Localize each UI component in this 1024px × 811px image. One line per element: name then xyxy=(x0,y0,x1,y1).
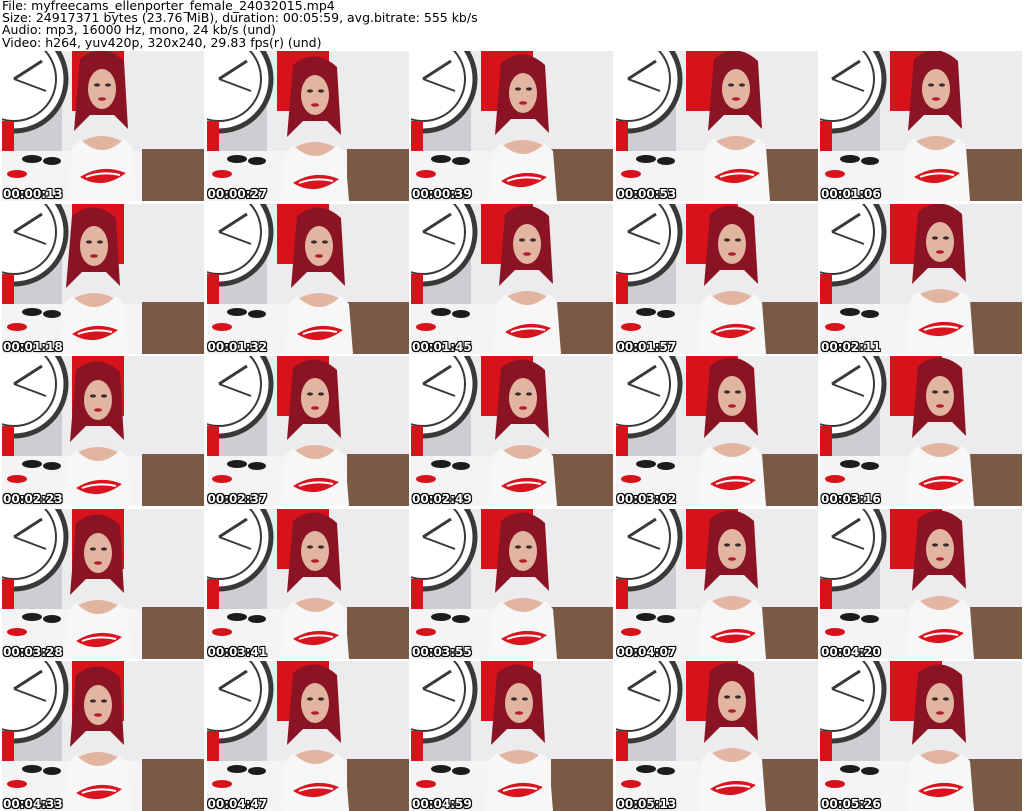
video-frame-thumbnail: 00:03:41 xyxy=(206,508,409,659)
frame-image xyxy=(2,203,204,354)
frame-timestamp: 00:05:13 xyxy=(616,797,677,811)
frame-timestamp: 00:03:02 xyxy=(616,492,677,506)
frame-timestamp: 00:00:27 xyxy=(207,187,268,201)
frame-image xyxy=(615,51,818,201)
video-frame-thumbnail: 00:01:45 xyxy=(411,203,613,354)
video-frame-thumbnail: 00:01:06 xyxy=(820,51,1022,201)
frame-image xyxy=(206,203,409,354)
frame-image xyxy=(206,508,409,659)
video-frame-thumbnail: 00:04:20 xyxy=(820,508,1022,659)
frame-image xyxy=(820,356,1022,506)
frame-timestamp: 00:00:13 xyxy=(3,187,63,201)
frame-timestamp: 00:04:33 xyxy=(3,797,63,811)
frame-timestamp: 00:02:11 xyxy=(821,339,881,354)
video-frame-thumbnail: 00:00:13 xyxy=(2,51,204,201)
frame-timestamp: 00:02:49 xyxy=(412,492,472,506)
frame-image xyxy=(411,203,613,354)
frame-image xyxy=(615,508,818,659)
video-frame-thumbnail: 00:01:18 xyxy=(2,203,204,354)
frame-image xyxy=(206,661,409,811)
frame-image xyxy=(615,203,818,354)
video-frame-thumbnail: 00:02:37 xyxy=(206,356,409,506)
frame-image xyxy=(411,51,613,201)
frame-timestamp: 00:04:59 xyxy=(412,797,472,811)
video-frame-thumbnail: 00:03:28 xyxy=(2,508,204,659)
video-frame-thumbnail: 00:00:53 xyxy=(615,51,818,201)
video-frame-thumbnail: 00:03:55 xyxy=(411,508,613,659)
frame-timestamp: 00:02:37 xyxy=(207,492,268,506)
frame-image xyxy=(2,508,204,659)
frame-timestamp: 00:03:28 xyxy=(3,644,63,659)
frame-timestamp: 00:00:39 xyxy=(412,187,472,201)
frame-image xyxy=(2,51,204,201)
video-frame-thumbnail: 00:02:49 xyxy=(411,356,613,506)
frame-image xyxy=(411,356,613,506)
video-info-line: Video: h264, yuv420p, 320x240, 29.83 fps… xyxy=(2,34,322,50)
frame-timestamp: 00:01:06 xyxy=(821,187,881,201)
thumbnail-grid: 00:00:13 00:00:27 00:00:39 00:00:53 00:01:06… xyxy=(2,51,1022,811)
frame-image xyxy=(411,661,613,811)
video-frame-thumbnail: 00:04:59 xyxy=(411,661,613,811)
video-frame-thumbnail: 00:00:39 xyxy=(411,51,613,201)
video-frame-thumbnail: 00:02:23 xyxy=(2,356,204,506)
video-frame-thumbnail: 00:04:47 xyxy=(206,661,409,811)
video-frame-thumbnail: 00:00:27 xyxy=(206,51,409,201)
frame-image xyxy=(411,508,613,659)
video-frame-thumbnail: 00:01:57 xyxy=(615,203,818,354)
frame-timestamp: 00:01:57 xyxy=(616,339,677,354)
frame-image xyxy=(820,203,1022,354)
frame-timestamp: 00:01:18 xyxy=(3,339,63,354)
frame-timestamp: 00:03:41 xyxy=(207,644,268,659)
video-frame-thumbnail: 00:03:16 xyxy=(820,356,1022,506)
video-frame-thumbnail: 00:03:02 xyxy=(615,356,818,506)
contact-sheet: File: myfreecams_ellenporter_female_2403… xyxy=(0,0,1024,811)
frame-image xyxy=(615,661,818,811)
frame-timestamp: 00:05:26 xyxy=(821,797,881,811)
frame-timestamp: 00:03:16 xyxy=(821,492,881,506)
frame-image xyxy=(615,356,818,506)
frame-timestamp: 00:00:53 xyxy=(616,187,677,201)
video-frame-thumbnail: 00:04:33 xyxy=(2,661,204,811)
frame-image xyxy=(820,661,1022,811)
frame-timestamp: 00:03:55 xyxy=(412,644,472,659)
video-frame-thumbnail: 00:05:13 xyxy=(615,661,818,811)
frame-image xyxy=(820,51,1022,201)
frame-timestamp: 00:04:07 xyxy=(616,644,677,659)
video-frame-thumbnail: 00:04:07 xyxy=(615,508,818,659)
frame-timestamp: 00:01:45 xyxy=(412,339,472,354)
frame-timestamp: 00:02:23 xyxy=(3,492,63,506)
file-info-header: File: myfreecams_ellenporter_female_2403… xyxy=(2,0,1020,50)
video-frame-thumbnail: 00:02:11 xyxy=(820,203,1022,354)
frame-timestamp: 00:04:47 xyxy=(207,797,268,811)
frame-image xyxy=(2,356,204,506)
video-frame-thumbnail: 00:01:32 xyxy=(206,203,409,354)
video-frame-thumbnail: 00:05:26 xyxy=(820,661,1022,811)
frame-timestamp: 00:01:32 xyxy=(207,339,268,354)
frame-image xyxy=(2,661,204,811)
frame-image xyxy=(820,508,1022,659)
frame-image xyxy=(206,51,409,201)
frame-timestamp: 00:04:20 xyxy=(821,644,881,659)
frame-image xyxy=(206,356,409,506)
